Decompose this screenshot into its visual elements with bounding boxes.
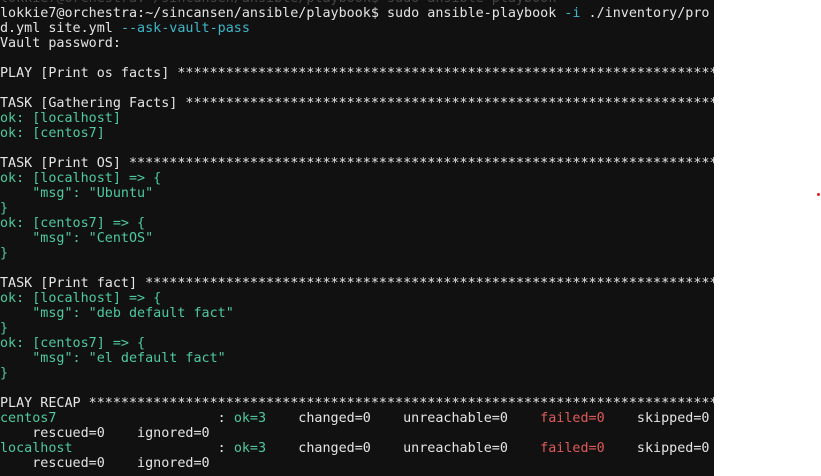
terminal-text: "msg": "Ubuntu" xyxy=(0,186,154,201)
terminal-text: lokkie7@orchestra:~/sincansen/ansible/pl… xyxy=(0,6,565,21)
terminal-line: localhost : ok=3 changed=0 unreachable=0… xyxy=(0,441,714,456)
terminal-line: TASK [Print fact] **********************… xyxy=(0,276,714,291)
terminal-line: ok: [centos7] => { xyxy=(0,216,714,231)
terminal-text: TASK [Print OS] ************************… xyxy=(0,156,714,171)
terminal-text: ok: [localhost] => { xyxy=(0,171,162,186)
terminal-text: TASK [Print fact] **********************… xyxy=(0,276,714,291)
terminal-line: d.yml site.yml --ask-vault-pass xyxy=(0,21,714,36)
terminal-line: "msg": "el default fact" xyxy=(0,351,714,366)
terminal-text: rescued=0 ignored=0 xyxy=(0,426,210,441)
terminal-text: ok: [centos7] xyxy=(0,126,105,141)
terminal-text: centos7 xyxy=(0,411,57,426)
terminal-line: "msg": "CentOS" xyxy=(0,231,714,246)
terminal-text: : xyxy=(56,411,234,426)
cursor-dot xyxy=(817,193,820,196)
terminal-line: rescued=0 ignored=0 xyxy=(0,426,714,441)
terminal-line: } xyxy=(0,366,714,381)
terminal-text: TASK [Gathering Facts] *****************… xyxy=(0,96,714,111)
terminal-text: ok=3 xyxy=(233,411,267,426)
terminal-text: localhost xyxy=(0,441,73,456)
terminal-text: ok: [localhost] xyxy=(0,111,121,126)
terminal-line: ok: [localhost] => { xyxy=(0,291,714,306)
terminal-window[interactable]: lokkie7@orchestra:~/sincansen/ansible/pl… xyxy=(0,0,714,476)
terminal-line: ok: [localhost] => { xyxy=(0,171,714,186)
terminal-text: -i xyxy=(564,6,581,21)
terminal-text: failed=0 xyxy=(540,411,605,426)
terminal-text: skipped=0 xyxy=(604,441,710,456)
terminal-output: lokkie7@orchestra:~/sincansen/ansible/pl… xyxy=(0,0,714,471)
terminal-line: } xyxy=(0,246,714,261)
terminal-text: } xyxy=(0,366,9,381)
terminal-line: ok: [localhost] xyxy=(0,111,714,126)
terminal-text: changed=0 unreachable=0 xyxy=(266,411,541,426)
terminal-text: changed=0 unreachable=0 xyxy=(266,441,541,456)
terminal-text: "msg": "deb default fact" xyxy=(0,306,234,321)
terminal-line: ok: [centos7] xyxy=(0,126,714,141)
terminal-text: "msg": "el default fact" xyxy=(0,351,226,366)
terminal-text: : xyxy=(72,441,234,456)
terminal-line: } xyxy=(0,321,714,336)
terminal-text: } xyxy=(0,201,9,216)
terminal-text: rescued=0 ignored=0 xyxy=(0,456,210,471)
terminal-line: TASK [Print OS] ************************… xyxy=(0,156,714,171)
terminal-line: PLAY RECAP *****************************… xyxy=(0,396,714,411)
terminal-line: lokkie7@orchestra:~/sincansen/ansible/pl… xyxy=(0,6,714,21)
terminal-line: centos7 : ok=3 changed=0 unreachable=0 f… xyxy=(0,411,714,426)
terminal-line: PLAY [Print os facts] ******************… xyxy=(0,66,714,81)
terminal-text: failed=0 xyxy=(540,441,605,456)
terminal-line: "msg": "deb default fact" xyxy=(0,306,714,321)
terminal-line: rescued=0 ignored=0 xyxy=(0,456,714,471)
terminal-text: ok=3 xyxy=(233,441,267,456)
terminal-line: TASK [Gathering Facts] *****************… xyxy=(0,96,714,111)
terminal-text: ./inventory/pro xyxy=(580,6,710,21)
terminal-text: skipped=0 xyxy=(604,411,710,426)
terminal-line: Vault password: xyxy=(0,36,714,51)
terminal-line: "msg": "Ubuntu" xyxy=(0,186,714,201)
terminal-text: ok: [localhost] => { xyxy=(0,291,162,306)
terminal-text: } xyxy=(0,321,9,336)
terminal-text: PLAY [Print os facts] ******************… xyxy=(0,66,714,81)
terminal-line: ok: [centos7] => { xyxy=(0,336,714,351)
terminal-text: ok: [centos7] => { xyxy=(0,216,146,231)
terminal-text: Vault password: xyxy=(0,36,121,51)
terminal-text: PLAY RECAP *****************************… xyxy=(0,396,714,411)
terminal-text: d.yml site.yml xyxy=(0,21,121,36)
terminal-line: } xyxy=(0,201,714,216)
terminal-text: ok: [centos7] => { xyxy=(0,336,146,351)
terminal-text: } xyxy=(0,246,9,261)
terminal-text: --ask-vault-pass xyxy=(120,21,250,36)
terminal-text: "msg": "CentOS" xyxy=(0,231,154,246)
